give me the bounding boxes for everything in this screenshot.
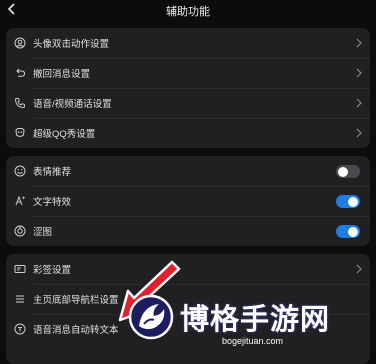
tag-icon xyxy=(14,265,26,273)
row-recall-message[interactable]: 撤回消息设置 xyxy=(6,58,370,88)
row-label: 主页底部导航栏设置 xyxy=(33,295,119,306)
chevron-right-icon xyxy=(356,264,362,274)
toggle-knob xyxy=(348,226,358,237)
watermark-url: bogejituan.com xyxy=(222,336,284,346)
chevron-right-icon xyxy=(356,38,362,48)
chevron-right-icon xyxy=(356,128,362,138)
row-text-effect: 文字特效 xyxy=(6,186,370,216)
row-image-filter: 涩图 xyxy=(6,216,370,246)
qq-show-icon xyxy=(15,128,25,137)
toggle-knob xyxy=(338,166,348,177)
user-circle-icon xyxy=(14,37,26,49)
image-filter-toggle[interactable] xyxy=(336,225,360,238)
row-avatar-double-tap[interactable]: 头像双击动作设置 xyxy=(6,28,370,58)
watermark-logo-icon xyxy=(128,294,174,340)
settings-group-toggles: 表情推荐 文字特效 涩图 xyxy=(6,156,370,246)
chevron-right-icon xyxy=(356,98,362,108)
emoji-recommend-toggle[interactable] xyxy=(336,165,360,178)
divider xyxy=(33,216,370,217)
title-bar: 辅助功能 xyxy=(0,0,376,20)
row-voice-video-call[interactable]: 语音/视频通话设置 xyxy=(6,88,370,118)
row-label: 语音/视频通话设置 xyxy=(33,99,112,110)
page-title: 辅助功能 xyxy=(166,6,210,18)
row-label: 语音消息自动转文本 xyxy=(33,325,119,336)
row-label: 超级QQ秀设置 xyxy=(33,129,96,140)
settings-group-general: 头像双击动作设置 撤回消息设置 语音/视频通话设置 超级QQ秀设置 xyxy=(6,28,370,148)
divider xyxy=(33,186,370,187)
chevron-right-icon xyxy=(356,68,362,78)
undo-icon xyxy=(16,68,26,77)
divider xyxy=(33,284,370,285)
row-label: 撤回消息设置 xyxy=(33,69,91,80)
phone-icon xyxy=(15,98,25,108)
row-emoji-recommend: 表情推荐 xyxy=(6,156,370,186)
image-filter-icon xyxy=(14,225,26,237)
divider xyxy=(33,88,370,89)
row-super-qq-show[interactable]: 超级QQ秀设置 xyxy=(6,118,370,148)
text-effect-icon xyxy=(15,195,26,206)
text-effect-toggle[interactable] xyxy=(336,195,360,208)
row-label: 彩签设置 xyxy=(33,265,72,276)
row-label: 头像双击动作设置 xyxy=(33,39,110,50)
row-label: 涩图 xyxy=(33,227,53,238)
voice-to-text-icon xyxy=(14,323,26,335)
toggle-knob xyxy=(348,196,358,207)
smiley-icon xyxy=(14,165,26,177)
watermark-title: 博格手游网 xyxy=(180,304,331,336)
row-label: 表情推荐 xyxy=(33,167,72,178)
divider xyxy=(33,118,370,119)
divider xyxy=(33,58,370,59)
menu-icon xyxy=(16,295,24,303)
site-watermark: 博格手游网 bogejituan.com xyxy=(118,292,376,352)
row-label: 文字特效 xyxy=(33,197,72,208)
